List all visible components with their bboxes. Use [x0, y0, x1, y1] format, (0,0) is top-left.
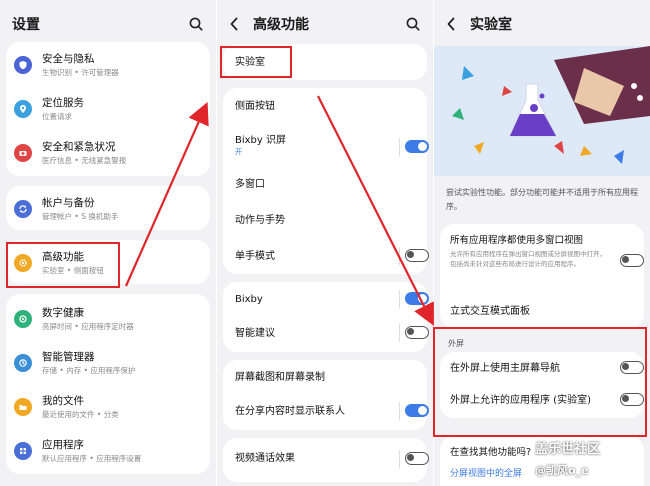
lab-description: 尝试实验性功能。部分功能可能并不适用于所有应用程序。 [446, 188, 638, 211]
watermark-line1: 盖乐世社区 [535, 442, 601, 457]
row-title: 单手模式 [235, 250, 275, 262]
bixby-toggle[interactable] [405, 292, 429, 305]
looking-for-title: 在查找其他功能吗? [450, 447, 532, 458]
smart-suggestions-item[interactable]: 智能建议 [223, 316, 427, 350]
settings-item-subtitle: 存储 • 内存 • 应用程序保护 [42, 366, 136, 375]
side-button-item[interactable]: 侧面按钮 [223, 88, 427, 124]
highlight-lab [220, 46, 292, 78]
bixby-vision-item[interactable]: Bixby 识屏 开 [223, 128, 427, 164]
settings-item-title: 智能管理器 [42, 351, 95, 363]
screenshots-item[interactable]: 屏幕截图和屏幕录制 [223, 360, 427, 394]
settings-item-accounts[interactable]: 帐户与备份管理帐户 • S 换机助手 [6, 186, 210, 232]
settings-item-subtitle: 亮屏时间 • 应用程序定时器 [42, 322, 134, 331]
wellbeing-icon [14, 310, 32, 328]
video-call-effects-item[interactable]: 视频通话效果 [223, 440, 427, 476]
page-title: 实验室 [470, 17, 512, 33]
divider [399, 324, 400, 342]
video-call-effects-toggle[interactable] [405, 452, 429, 465]
back-arrow-icon[interactable] [229, 17, 247, 31]
settings-item-title: 定位服务 [42, 97, 84, 109]
watermark-line2: @凯风o_e [535, 464, 589, 477]
flex-mode-panel-item[interactable]: 立式交互模式面板 [440, 296, 644, 326]
highlight-cover-screen [433, 327, 647, 437]
advanced-group-2: Bixby 智能建议 [223, 282, 429, 352]
settings-item-device-care[interactable]: 智能管理器存储 • 内存 • 应用程序保护 [6, 340, 210, 386]
back-arrow-icon[interactable] [446, 17, 464, 31]
sync-icon [14, 200, 32, 218]
row-status: 开 [235, 148, 242, 156]
divider [399, 450, 400, 468]
row-title: Bixby 识屏 [235, 135, 287, 146]
device-care-icon [14, 354, 32, 372]
row-title: 所有应用程序都使用多窗口视图 [450, 235, 584, 246]
page-title: 高级功能 [253, 17, 309, 33]
search-icon[interactable] [188, 16, 204, 32]
shield-icon [14, 56, 32, 74]
settings-item-subtitle: 最近使用的文件 • 分类 [42, 410, 119, 419]
folder-icon [14, 398, 32, 416]
settings-item-subtitle: 管理帐户 • S 换机助手 [42, 212, 119, 221]
emergency-icon [14, 144, 32, 162]
multi-window-all-apps-toggle[interactable] [620, 254, 644, 267]
row-title: 动作与手势 [235, 214, 285, 226]
smart-suggestions-toggle[interactable] [405, 326, 429, 339]
row-title: 侧面按钮 [235, 100, 275, 112]
row-title: Bixby [235, 293, 263, 305]
advanced-group-1: 侧面按钮 Bixby 识屏 开 多窗口 动作与手势 单手模式 [223, 88, 429, 274]
advanced-group-4: 视频通话效果 [223, 438, 429, 482]
one-handed-mode-item[interactable]: 单手模式 [223, 238, 427, 274]
settings-item-location[interactable]: 定位服务 位置请求 [6, 86, 210, 132]
settings-item-subtitle: 生物识别 • 许可管理器 [42, 68, 119, 77]
one-handed-mode-toggle[interactable] [405, 249, 429, 262]
share-contacts-toggle[interactable] [405, 404, 429, 417]
split-screen-link[interactable]: 分屏视图中的全屏 [450, 466, 522, 479]
settings-group-device: 数字健康亮屏时间 • 应用程序定时器 智能管理器存储 • 内存 • 应用程序保护… [6, 294, 210, 474]
settings-item-subtitle: 医疗信息 • 无线紧急警报 [42, 156, 127, 165]
bixby-vision-toggle[interactable] [405, 140, 429, 153]
settings-item-safety[interactable]: 安全和紧急状况医疗信息 • 无线紧急警报 [6, 130, 210, 176]
row-subtitle: 允许所有应用程序在弹出窗口视图或分屏视图中打开，包括尚未针对这些布局进行设计的应… [450, 250, 606, 268]
row-title: 立式交互模式面板 [450, 305, 530, 317]
settings-item-title: 安全和紧急状况 [42, 141, 116, 153]
location-icon [14, 100, 32, 118]
motions-gestures-item[interactable]: 动作与手势 [223, 202, 427, 238]
row-title: 视频通话效果 [235, 452, 295, 464]
lab-group-1: 所有应用程序都使用多窗口视图 允许所有应用程序在弹出窗口视图或分屏视图中打开，包… [440, 224, 644, 328]
row-title: 在分享内容时显示联系人 [235, 405, 345, 417]
row-title: 多窗口 [235, 178, 265, 190]
settings-item-title: 安全与隐私 [42, 53, 95, 65]
settings-item-security[interactable]: 安全与隐私生物识别 • 许可管理器 [6, 42, 210, 88]
advanced-group-3: 屏幕截图和屏幕录制 在分享内容时显示联系人 [223, 360, 429, 430]
row-title: 智能建议 [235, 327, 275, 339]
settings-item-subtitle: 默认应用程序 • 应用程序设置 [42, 454, 142, 463]
apps-grid-icon [14, 442, 32, 460]
settings-group-accounts: 帐户与备份管理帐户 • S 换机助手 [6, 186, 210, 230]
multi-window-all-apps-item[interactable]: 所有应用程序都使用多窗口视图 允许所有应用程序在弹出窗口视图或分屏视图中打开，包… [450, 234, 610, 269]
search-icon[interactable] [405, 16, 421, 32]
settings-item-title: 我的文件 [42, 395, 84, 407]
divider [399, 290, 400, 308]
settings-item-title: 数字健康 [42, 307, 84, 319]
settings-item-files[interactable]: 我的文件最近使用的文件 • 分类 [6, 384, 210, 430]
multi-window-item[interactable]: 多窗口 [223, 166, 427, 202]
advanced-header: 高级功能 [217, 0, 433, 48]
bixby-item[interactable]: Bixby [223, 282, 427, 316]
settings-header: 设置 [0, 0, 216, 48]
share-contacts-item[interactable]: 在分享内容时显示联系人 [223, 394, 427, 428]
lab-illustration [434, 46, 650, 176]
labs-header: 实验室 [434, 0, 650, 48]
settings-item-title: 应用程序 [42, 439, 84, 451]
settings-item-wellbeing[interactable]: 数字健康亮屏时间 • 应用程序定时器 [6, 296, 210, 342]
row-title: 屏幕截图和屏幕录制 [235, 371, 325, 383]
highlight-advanced-features [6, 242, 120, 288]
divider [399, 138, 400, 156]
settings-group-security: 安全与隐私生物识别 • 许可管理器 定位服务位置请求 安全和紧急状况医疗信息 •… [6, 42, 210, 176]
settings-item-title: 帐户与备份 [42, 197, 95, 209]
divider [399, 402, 400, 420]
settings-item-apps[interactable]: 应用程序默认应用程序 • 应用程序设置 [6, 428, 210, 474]
divider [399, 247, 400, 265]
settings-item-subtitle: 位置请求 [42, 112, 72, 121]
page-title: 设置 [12, 17, 40, 33]
